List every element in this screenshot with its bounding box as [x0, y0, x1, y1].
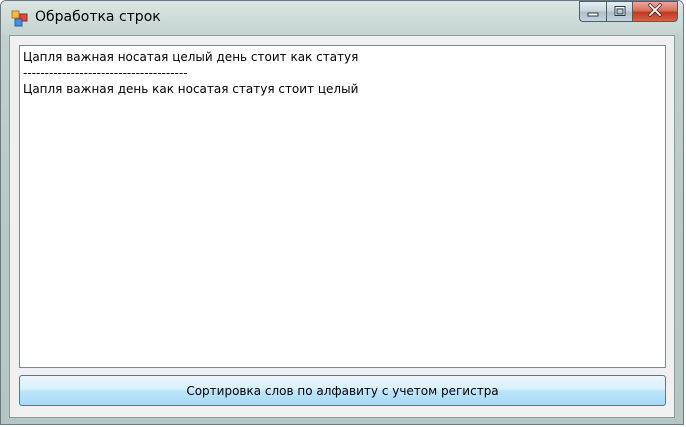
text-line: Цапля важная день как носатая статуя сто…: [23, 82, 359, 96]
minimize-icon: [586, 2, 600, 21]
maximize-button[interactable]: [606, 1, 632, 22]
maximize-icon: [613, 2, 627, 21]
app-form-icon[interactable]: [11, 10, 29, 28]
text-line: Цапля важная носатая целый день стоит ка…: [23, 50, 359, 64]
output-textbox[interactable]: Цапля важная носатая целый день стоит ка…: [19, 45, 666, 368]
minimize-button[interactable]: [579, 1, 606, 22]
sort-words-button-label: Сортировка слов по алфавиту с учетом рег…: [186, 383, 499, 398]
form-client-area: Цапля важная носатая целый день стоит ка…: [9, 35, 675, 418]
main-window: Обработка строк Цапля важная носатая цел…: [0, 0, 684, 425]
close-icon: [647, 2, 663, 21]
window-title: Обработка строк: [35, 9, 161, 25]
title-bar[interactable]: Обработка строк: [1, 1, 683, 35]
separator-line: --------------------------------------: [23, 66, 188, 80]
caption-buttons: [579, 1, 678, 22]
sort-words-button[interactable]: Сортировка слов по алфавиту с учетом рег…: [19, 375, 666, 406]
close-button[interactable]: [632, 1, 678, 22]
